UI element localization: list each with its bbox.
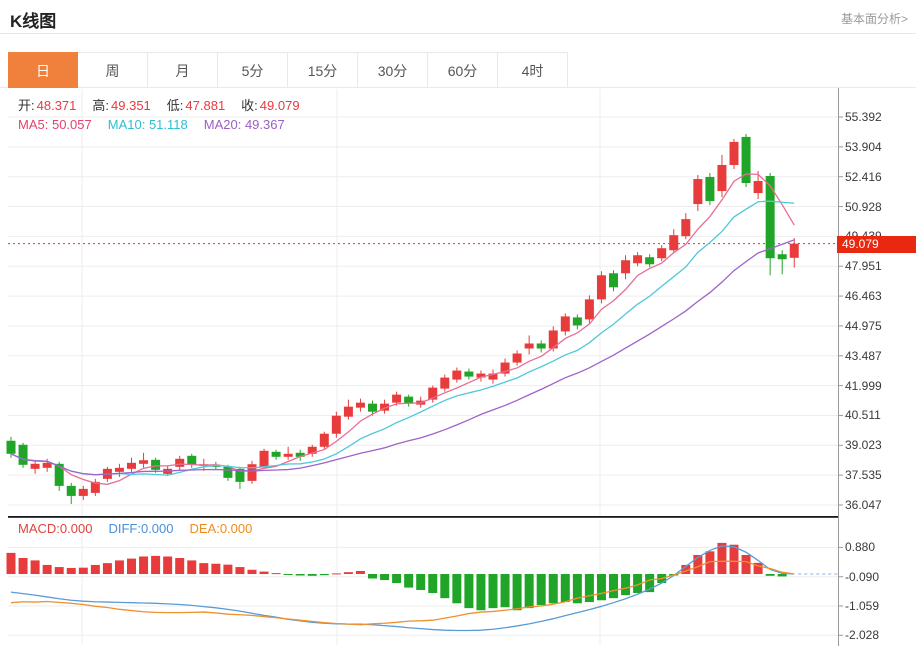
kline-page: K线图 基本面分析> 日 周 月 5分 15分 30分 60分 4时 开:48.… [0,0,916,646]
price-axis-label: 44.975 [845,319,882,333]
tab-month[interactable]: 月 [148,52,218,88]
price-axis-label: 40.511 [845,408,881,422]
tab-4hour[interactable]: 4时 [498,52,568,88]
tab-day[interactable]: 日 [8,52,78,88]
price-axis-label: 43.487 [845,349,882,363]
low-readout: 低:47.881 [167,95,225,114]
tab-30min[interactable]: 30分 [358,52,428,88]
ma5-readout: MA5: 50.057 [18,117,92,132]
tab-60min[interactable]: 60分 [428,52,498,88]
price-axis-label: 53.904 [845,140,882,154]
macd-axis-label: -0.090 [845,570,879,584]
ohlc-readout: 开:48.371 高:49.351 低:47.881 收:49.079 [18,95,300,114]
price-axis-label: 52.416 [845,170,882,184]
macd-value-readout: MACD:0.000 [18,521,92,536]
price-axis-label: 46.463 [845,289,882,303]
ma10-readout: MA10: 51.118 [108,117,188,132]
tab-5min[interactable]: 5分 [218,52,288,88]
period-tabs: 日 周 月 5分 15分 30分 60分 4时 [8,52,568,88]
price-axis-label: 37.535 [845,468,882,482]
price-axis-label: 39.023 [845,438,882,452]
open-readout: 开:48.371 [18,95,76,114]
tab-week[interactable]: 周 [78,52,148,88]
diff-value-readout: DIFF:0.000 [108,521,173,536]
macd-axis-label: 0.880 [845,540,875,554]
macd-axis-label: -1.059 [845,599,879,613]
ma20-readout: MA20: 49.367 [204,117,285,132]
tab-15min[interactable]: 15分 [288,52,358,88]
high-readout: 高:49.351 [92,95,150,114]
close-readout: 收:49.079 [241,95,299,114]
price-axis-label: 41.999 [845,379,882,393]
price-axis-label: 50.928 [845,200,882,214]
current-price-badge: 49.079 [837,236,916,253]
price-axis-label: 55.392 [845,110,882,124]
ma-readout: MA5: 50.057 MA10: 51.118 MA20: 49.367 [18,117,285,132]
dea-value-readout: DEA:0.000 [189,521,252,536]
price-axis-label: 47.951 [845,259,882,273]
price-axis-label: 36.047 [845,498,882,512]
macd-readout: MACD:0.000 DIFF:0.000 DEA:0.000 [18,521,252,536]
macd-axis-label: -2.028 [845,628,879,642]
